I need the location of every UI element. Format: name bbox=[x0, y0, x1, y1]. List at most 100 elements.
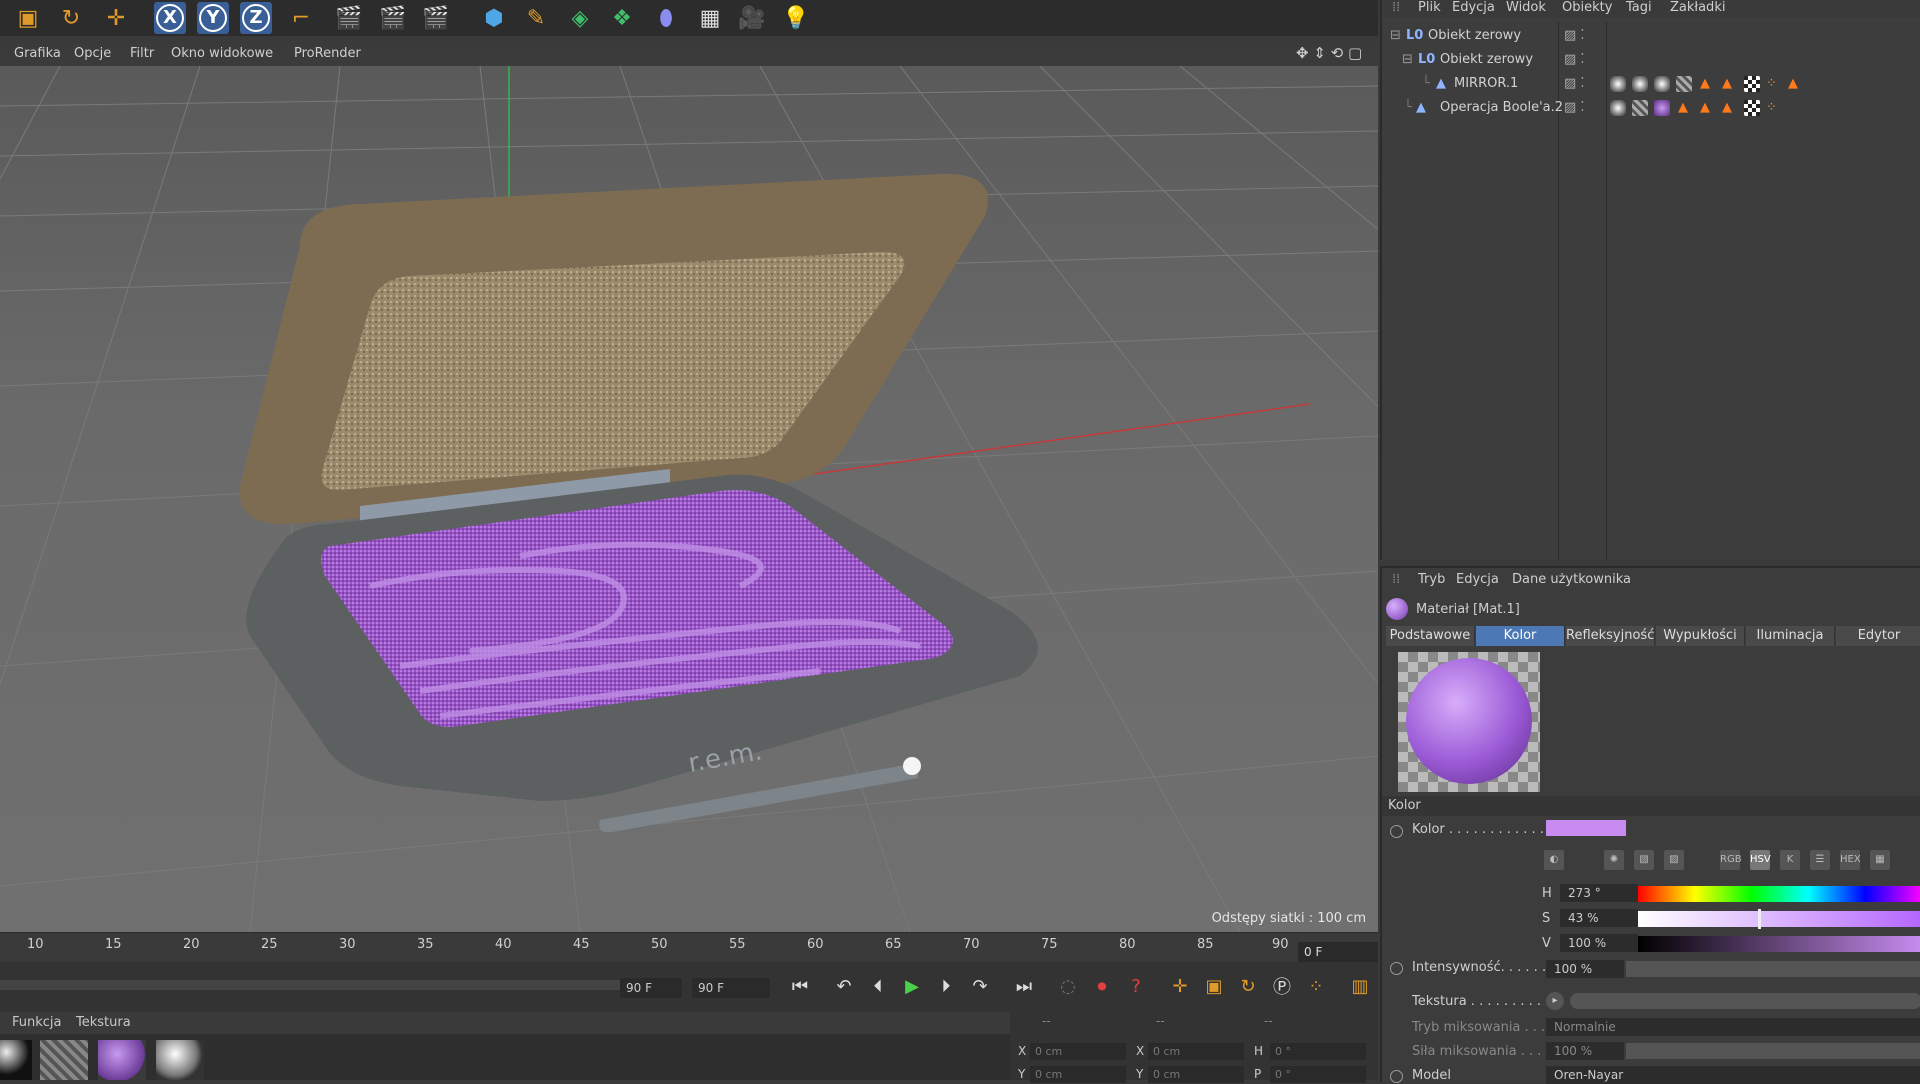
object-row[interactable]: └ ▲ Operacja Boole'a.2 ▨ ⁚ ▲ ▲ ▲ ⁘ bbox=[1382, 97, 1920, 119]
selection-tag-icon[interactable]: ▲ bbox=[1678, 100, 1688, 115]
render-picture-viewer-icon[interactable]: 🎬 bbox=[377, 2, 409, 34]
deformer-icon[interactable]: ⬮ bbox=[650, 2, 682, 34]
viewport-menu-prorender[interactable]: ProRender bbox=[294, 46, 361, 61]
x-axis-lock-button[interactable]: X bbox=[154, 2, 186, 34]
material-tag-purple-icon[interactable] bbox=[1654, 100, 1670, 116]
current-frame-field[interactable]: 0 F bbox=[1298, 942, 1378, 962]
hue-slider[interactable] bbox=[1638, 886, 1920, 902]
value-slider[interactable] bbox=[1638, 936, 1920, 952]
blend-strength-slider[interactable] bbox=[1626, 1043, 1920, 1059]
material-thumbnail-chrome[interactable] bbox=[156, 1040, 204, 1080]
object-row[interactable]: └ ▲ MIRROR.1 ▨ ⁚ ▲ ▲ ⁘ ▲ bbox=[1382, 73, 1920, 95]
key-scale-icon[interactable]: ▣ bbox=[1200, 972, 1228, 1000]
image-color-icon[interactable]: ▨ bbox=[1664, 850, 1684, 870]
material-menu-tekstura[interactable]: Tekstura bbox=[76, 1015, 131, 1030]
material-thumbnail[interactable] bbox=[40, 1040, 88, 1080]
key-position-icon[interactable]: ✛ bbox=[1166, 972, 1194, 1000]
point-selection-tag-icon[interactable]: ⁘ bbox=[1766, 76, 1777, 91]
key-point-level-icon[interactable]: ⁘ bbox=[1302, 972, 1330, 1000]
material-tag-icon[interactable] bbox=[1610, 100, 1626, 116]
animate-radio[interactable] bbox=[1390, 1070, 1403, 1083]
material-tag-icon[interactable] bbox=[1654, 76, 1670, 92]
timeline-ruler[interactable]: 10 15 20 25 30 35 40 45 50 55 60 65 70 7… bbox=[0, 932, 1378, 963]
color-swatch[interactable] bbox=[1546, 820, 1626, 836]
material-thumbnail-purple[interactable] bbox=[98, 1040, 146, 1080]
intensity-slider[interactable] bbox=[1626, 961, 1920, 977]
animate-radio[interactable] bbox=[1390, 825, 1403, 838]
mixer-icon[interactable]: ☰ bbox=[1810, 850, 1830, 870]
uvw-tag-icon[interactable] bbox=[1744, 76, 1760, 92]
previous-frame-icon[interactable]: ⏴ bbox=[864, 972, 892, 1000]
key-parameter-icon[interactable]: Ⓟ bbox=[1268, 972, 1296, 1000]
material-tag-icon[interactable] bbox=[1610, 76, 1626, 92]
scale-tool-icon[interactable]: ▣ bbox=[12, 2, 44, 34]
viewport-menu-grafika[interactable]: Grafika bbox=[14, 46, 61, 61]
end-frame-field[interactable]: 90 F bbox=[692, 978, 770, 998]
hsv-mode-button[interactable]: HSV bbox=[1750, 850, 1771, 870]
selection-tag-icon[interactable]: ▲ bbox=[1722, 100, 1732, 115]
z-axis-lock-button[interactable]: Z bbox=[240, 2, 272, 34]
texture-menu-icon[interactable]: ▸ bbox=[1546, 992, 1564, 1010]
visibility-toggle-icon[interactable]: ▨ ⁚ bbox=[1564, 52, 1585, 67]
y-axis-lock-button[interactable]: Y bbox=[197, 2, 229, 34]
light-icon[interactable]: 💡 bbox=[780, 2, 812, 34]
saturation-slider[interactable] bbox=[1638, 911, 1920, 927]
hue-field[interactable]: 273 ° bbox=[1560, 884, 1638, 902]
visibility-toggle-icon[interactable]: ▨ ⁚ bbox=[1564, 76, 1585, 91]
attr-menu-dane-uzytkownika[interactable]: Dane użytkownika bbox=[1512, 572, 1631, 587]
material-menu-funkcja[interactable]: Funkcja bbox=[12, 1015, 62, 1030]
3d-viewport[interactable]: r.e.m. Odstępy siatki : 100 cm bbox=[0, 66, 1378, 932]
scale-y-field[interactable]: 0 cm bbox=[1148, 1066, 1244, 1083]
attr-menu-tryb[interactable]: Tryb bbox=[1418, 572, 1445, 587]
play-icon[interactable]: ▶ bbox=[898, 972, 926, 1000]
rotation-p-field[interactable]: 0 ° bbox=[1270, 1066, 1366, 1083]
scale-x-field[interactable]: 0 cm bbox=[1148, 1043, 1244, 1060]
tab-edytor[interactable]: Edytor bbox=[1836, 626, 1920, 646]
visibility-toggle-icon[interactable]: ▨ ⁚ bbox=[1564, 28, 1585, 43]
obj-menu-plik[interactable]: Plik bbox=[1418, 0, 1441, 15]
visibility-toggle-icon[interactable]: ▨ ⁚ bbox=[1564, 100, 1585, 115]
selection-tag-icon[interactable]: ▲ bbox=[1788, 76, 1798, 91]
obj-menu-edycja[interactable]: Edycja bbox=[1452, 0, 1495, 15]
time-scroll-bar[interactable] bbox=[0, 980, 680, 990]
selection-tag-icon[interactable]: ▲ bbox=[1722, 76, 1732, 91]
rotate-tool-icon[interactable]: ↻ bbox=[55, 2, 87, 34]
object-row[interactable]: ⊟ L0 Obiekt zerowy ▨ ⁚ bbox=[1382, 25, 1920, 47]
autokeying-icon[interactable]: ⏺ bbox=[1088, 972, 1116, 1000]
go-to-end-icon[interactable]: ⏭ bbox=[1010, 972, 1038, 1000]
obj-menu-widok[interactable]: Widok bbox=[1506, 0, 1546, 15]
subdivision-surface-icon[interactable]: ◈ bbox=[564, 2, 596, 34]
saturation-field[interactable]: 43 % bbox=[1560, 909, 1638, 927]
intensity-field[interactable]: 100 % bbox=[1546, 960, 1624, 978]
hex-mode-button[interactable]: HEX bbox=[1840, 850, 1861, 870]
position-y-field[interactable]: 0 cm bbox=[1030, 1066, 1126, 1083]
rotation-h-field[interactable]: 0 ° bbox=[1270, 1043, 1366, 1060]
color-picker-icon[interactable]: ▧ bbox=[1634, 850, 1654, 870]
timeline-window-icon[interactable]: ▥ bbox=[1346, 972, 1374, 1000]
object-row[interactable]: ⊟ L0 Obiekt zerowy ▨ ⁚ bbox=[1382, 49, 1920, 71]
collapse-icon[interactable]: ⊟ bbox=[1402, 52, 1413, 67]
viewport-menu-filtr[interactable]: Filtr bbox=[130, 46, 154, 61]
coordinate-system-icon[interactable]: ⌐ bbox=[285, 2, 317, 34]
texture-slot[interactable] bbox=[1570, 993, 1920, 1009]
tab-podstawowe[interactable]: Podstawowe bbox=[1386, 626, 1475, 646]
next-frame-icon[interactable]: ⏵ bbox=[932, 972, 960, 1000]
array-generator-icon[interactable]: ❖ bbox=[606, 2, 638, 34]
tab-iluminacja[interactable]: Iluminacja bbox=[1746, 626, 1835, 646]
cube-primitive-icon[interactable]: ⬢ bbox=[478, 2, 510, 34]
preview-end-field[interactable]: 90 F bbox=[620, 978, 682, 998]
color-wheel-icon[interactable]: ◐ bbox=[1544, 850, 1564, 870]
blend-mode-select[interactable]: Normalnie bbox=[1546, 1018, 1920, 1036]
obj-menu-tagi[interactable]: Tagi bbox=[1626, 0, 1652, 15]
point-selection-tag-icon[interactable]: ⁘ bbox=[1766, 100, 1777, 115]
swatches-icon[interactable]: ▦ bbox=[1870, 850, 1890, 870]
tab-wypuklosci[interactable]: Wypukłości bbox=[1656, 626, 1745, 646]
collapse-icon[interactable]: ⊟ bbox=[1390, 28, 1401, 43]
obj-menu-zakladki[interactable]: Zakładki bbox=[1670, 0, 1725, 15]
material-thumbnail[interactable] bbox=[0, 1040, 32, 1080]
material-tag-icon[interactable] bbox=[1676, 76, 1692, 92]
viewport-menu-okno-widokowe[interactable]: Okno widokowe bbox=[171, 46, 273, 61]
blend-strength-field[interactable]: 100 % bbox=[1546, 1042, 1624, 1060]
move-tool-icon[interactable]: ✛ bbox=[100, 2, 132, 34]
render-settings-icon[interactable]: 🎬 bbox=[420, 2, 452, 34]
